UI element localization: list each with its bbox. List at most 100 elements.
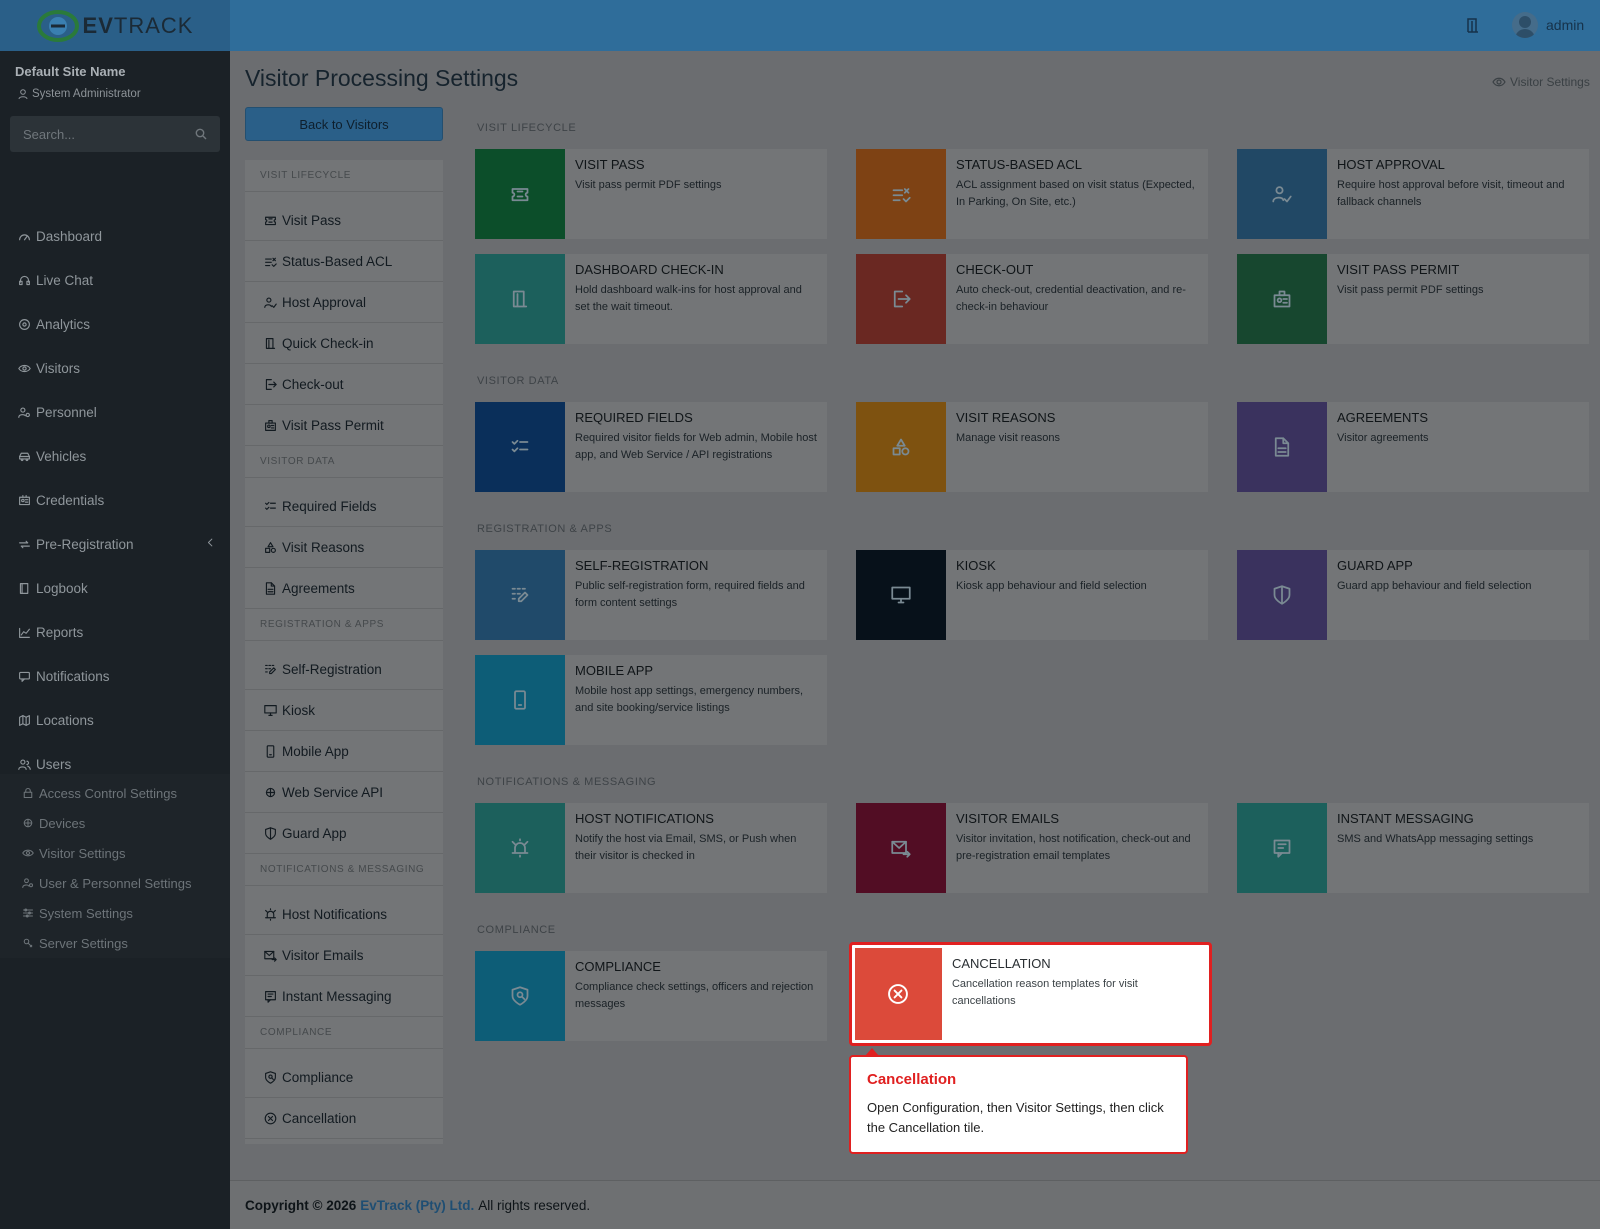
tile-title: REQUIRED FIELDS [575, 410, 693, 425]
user-check-icon [264, 296, 277, 309]
tile-description: Visit pass permit PDF settings [575, 179, 722, 191]
tile-visit-pass[interactable]: VISIT PASS Visit pass permit PDF settings [475, 149, 827, 239]
submenu-item-visitor-settings[interactable]: Visitor Settings [0, 838, 230, 868]
tile-kiosk[interactable]: KIOSK Kiosk app behaviour and field selec… [856, 550, 1208, 640]
sidebar: Default Site Name System Administrator S… [0, 51, 230, 1229]
sidebar-item-locations[interactable]: Locations [0, 698, 230, 742]
tile-visitor-emails[interactable]: VISITOR EMAILS Visitor invitation, host n… [856, 803, 1208, 893]
sidebar-item-analytics[interactable]: Analytics [0, 302, 230, 346]
sidebar-item-personnel[interactable]: Personnel [0, 390, 230, 434]
sidebar-item-label: Personnel [36, 404, 97, 420]
menu-item-visit-reasons[interactable]: Visit Reasons [245, 527, 443, 568]
tile-mobile-app[interactable]: MOBILE APP Mobile host app settings, emer… [475, 655, 827, 745]
submenu-item-access-control-settings[interactable]: Access Control Settings [0, 778, 230, 808]
door-icon[interactable] [1466, 17, 1480, 33]
menu-item-web-service-api[interactable]: Web Service API [245, 772, 443, 813]
submenu-item-user-personnel-settings[interactable]: User & Personnel Settings [0, 868, 230, 898]
tile-title: DASHBOARD CHECK-IN [575, 262, 724, 277]
menu-item-required-fields[interactable]: Required Fields [245, 486, 443, 527]
sidebar-item-visitors[interactable]: Visitors [0, 346, 230, 390]
shapes-icon [891, 437, 911, 457]
submenu-item-system-settings[interactable]: System Settings [0, 898, 230, 928]
menu-item-agreements[interactable]: Agreements [245, 568, 443, 609]
breadcrumb[interactable]: Visitor Settings [1492, 75, 1590, 89]
tile-required-fields[interactable]: REQUIRED FIELDS Required visitor fields f… [475, 402, 827, 492]
search-input[interactable]: Search... [10, 116, 220, 152]
menu-item-host-approval[interactable]: Host Approval [245, 282, 443, 323]
menu-item-visit-pass-permit[interactable]: Visit Pass Permit [245, 405, 443, 446]
menu-item-status-based-acl[interactable]: Status-Based ACL [245, 241, 443, 282]
avatar[interactable] [1512, 12, 1538, 38]
sidebar-item-pre-registration[interactable]: Pre-Registration [0, 522, 230, 566]
tile-dashboard-check-in[interactable]: DASHBOARD CHECK-IN Hold dashboard walk-in… [475, 254, 827, 344]
sliders-icon [22, 907, 34, 919]
tile-icon-box [475, 803, 565, 893]
tile-title: GUARD APP [1337, 558, 1413, 573]
tile-description: Hold dashboard walk-ins for host approva… [575, 284, 802, 314]
tile-icon-box [1237, 550, 1327, 640]
menu-item-label: Quick Check-in [282, 335, 374, 351]
user-name[interactable]: admin [1546, 17, 1584, 33]
door-icon [510, 289, 530, 309]
gauge-icon [18, 230, 31, 243]
menu-item-visit-pass[interactable]: Visit Pass [245, 200, 443, 241]
submenu-item-server-settings[interactable]: Server Settings [0, 928, 230, 958]
tile-compliance[interactable]: COMPLIANCE Compliance check settings, off… [475, 951, 827, 1041]
tile-host-approval[interactable]: HOST APPROVAL Require host approval befor… [1237, 149, 1589, 239]
logo[interactable]: EVTRACK [0, 0, 230, 51]
sidebar-item-notifications[interactable]: Notifications [0, 654, 230, 698]
sidebar-item-label: Vehicles [36, 448, 87, 464]
submenu-item-label: Server Settings [39, 935, 128, 951]
tile-cancellation[interactable]: CANCELLATION Cancellation reason template… [849, 942, 1212, 1046]
submenu-item-label: Access Control Settings [39, 785, 178, 801]
server-icon [22, 937, 34, 949]
alarm-icon [264, 907, 277, 921]
checklist-icon [264, 500, 277, 513]
menu-item-quick-check-in[interactable]: Quick Check-in [245, 323, 443, 364]
menu-item-cancellation[interactable]: Cancellation [245, 1098, 443, 1139]
tile-host-notifications[interactable]: HOST NOTIFICATIONS Notify the host via Em… [475, 803, 827, 893]
menu-item-label: Visitor Emails [282, 947, 364, 963]
menu-item-kiosk[interactable]: Kiosk [245, 690, 443, 731]
menu-item-label: Web Service API [282, 784, 384, 800]
tile-visit-reasons[interactable]: VISIT REASONS Manage visit reasons [856, 402, 1208, 492]
menu-item-visitor-emails[interactable]: Visitor Emails [245, 935, 443, 976]
back-to-visitors-button[interactable]: Back to Visitors [245, 107, 443, 141]
tile-visit-pass-permit[interactable]: VISIT PASS PERMIT Visit pass permit PDF s… [1237, 254, 1589, 344]
menu-item-host-notifications[interactable]: Host Notifications [245, 894, 443, 935]
guide-tooltip: Cancellation Open Configuration, then Vi… [849, 1048, 1188, 1154]
ticket-icon [264, 214, 277, 227]
badge-icon [264, 419, 277, 432]
sidebar-item-label: Locations [36, 712, 94, 728]
menu-item-self-registration[interactable]: Self-Registration [245, 649, 443, 690]
badge-icon [1272, 289, 1292, 309]
menu-item-compliance[interactable]: Compliance [245, 1057, 443, 1098]
menu-item-check-out[interactable]: Check-out [245, 364, 443, 405]
document-icon [1272, 437, 1292, 457]
sidebar-item-vehicles[interactable]: Vehicles [0, 434, 230, 478]
tile-description: Public self-registration form, required … [575, 580, 805, 610]
sidebar-item-logbook[interactable]: Logbook [0, 566, 230, 610]
tile-agreements[interactable]: AGREEMENTS Visitor agreements [1237, 402, 1589, 492]
section-label: REGISTRATION & APPS [477, 523, 613, 535]
tile-guard-app[interactable]: GUARD APP Guard app behaviour and field s… [1237, 550, 1589, 640]
menu-item-guard-app[interactable]: Guard App [245, 813, 443, 854]
sidebar-item-dashboard[interactable]: Dashboard [0, 214, 230, 258]
footer-company-link[interactable]: EvTrack (Pty) Ltd. [360, 1198, 474, 1213]
tile-status-based-acl[interactable]: STATUS-BASED ACL ACL assignment based on … [856, 149, 1208, 239]
sidebar-item-label: Pre-Registration [36, 536, 134, 552]
menu-item-instant-messaging[interactable]: Instant Messaging [245, 976, 443, 1017]
tile-self-registration[interactable]: SELF-REGISTRATION Public self-registratio… [475, 550, 827, 640]
sidebar-item-live-chat[interactable]: Live Chat [0, 258, 230, 302]
tile-icon-box [856, 550, 946, 640]
submenu-item-devices[interactable]: Devices [0, 808, 230, 838]
menu-item-mobile-app[interactable]: Mobile App [245, 731, 443, 772]
tile-check-out[interactable]: CHECK-OUT Auto check-out, credential deac… [856, 254, 1208, 344]
chevron-left-icon [205, 537, 216, 548]
tile-instant-messaging[interactable]: INSTANT MESSAGING SMS and WhatsApp messag… [1237, 803, 1589, 893]
sidebar-item-credentials[interactable]: Credentials [0, 478, 230, 522]
id-card-icon [18, 494, 31, 507]
sidebar-item-reports[interactable]: Reports [0, 610, 230, 654]
menu-section-header: REGISTRATION & APPS [245, 609, 443, 641]
submenu-item-label: Visitor Settings [39, 845, 126, 861]
